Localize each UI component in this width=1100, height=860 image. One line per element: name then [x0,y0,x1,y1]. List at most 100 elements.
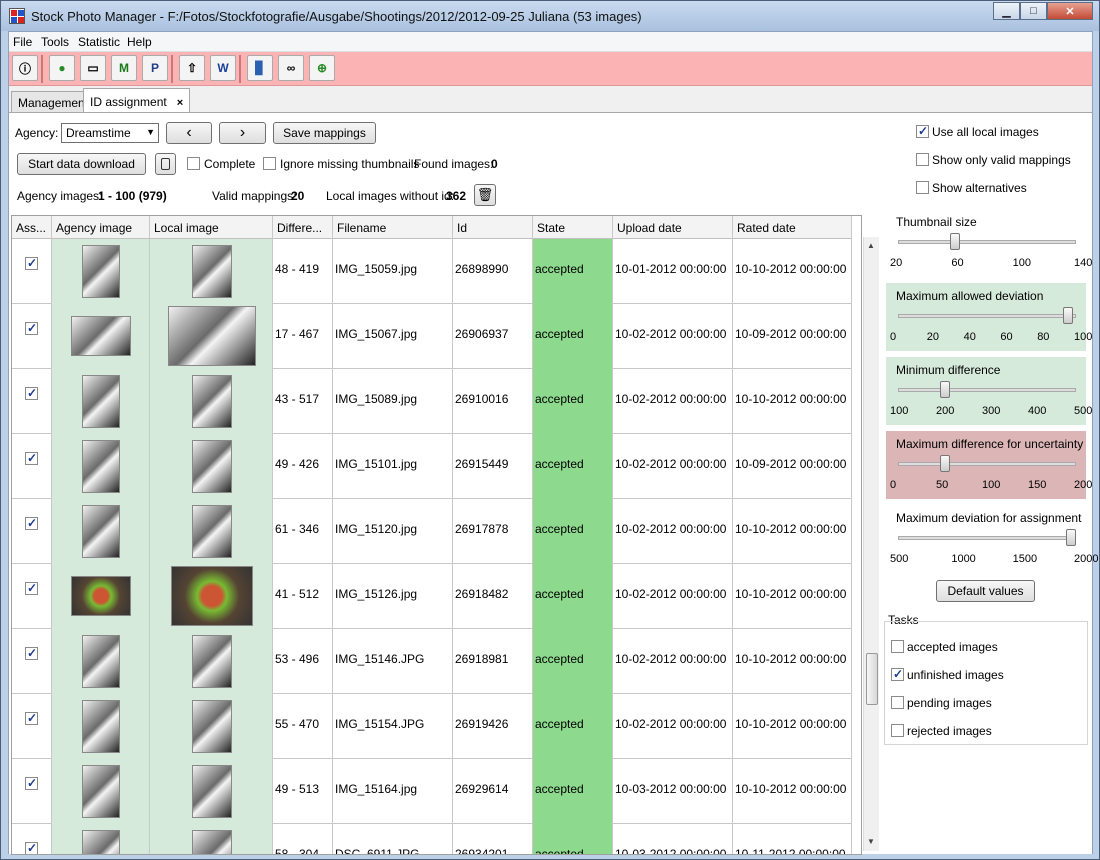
assigned-checkbox[interactable] [25,581,38,595]
delete-button[interactable]: 🗑 [474,184,496,206]
local-thumbnail[interactable] [170,566,253,626]
header-local-image[interactable]: Local image [150,216,273,239]
show-valid-checkbox[interactable] [916,153,929,166]
maximize-button[interactable]: □ [1020,2,1047,20]
complete-checkbox[interactable] [187,157,200,170]
local-thumbnail[interactable] [191,765,232,818]
agency-dropdown[interactable]: Dreamstime ▼ [61,123,159,143]
header-id[interactable]: Id [453,216,533,239]
toolbar-m-button[interactable]: M [111,55,137,81]
table-row[interactable]: 55 - 470 IMG_15154.JPG 26919426 accepted 10-… [12,694,852,759]
minimize-button[interactable]: ▁ [993,2,1020,20]
use-all-local-checkbox[interactable] [916,124,929,138]
table-row[interactable]: 17 - 467 IMG_15067.jpg 26906937 accepted 10-… [12,304,852,369]
toolbar-info-button[interactable]: ⓘ [12,55,38,81]
local-thumbnail[interactable] [191,830,232,854]
header-difference[interactable]: Differe... [273,216,333,239]
slider-track[interactable] [898,536,1076,540]
toolbar-w-button[interactable]: W [210,55,236,81]
table-row[interactable]: 58 - 304 DSC_6911.JPG 26934201 accepted 10-0… [12,824,852,854]
assigned-checkbox[interactable] [25,776,38,790]
header-rated-date[interactable]: Rated date [733,216,852,239]
scroll-down-icon[interactable]: ▼ [867,837,875,846]
save-mappings-button[interactable]: Save mappings [273,122,376,144]
agency-thumbnail[interactable] [71,316,131,356]
agency-thumbnail[interactable] [82,505,120,558]
close-button[interactable]: ✕ [1047,2,1093,20]
default-values-button[interactable]: Default values [936,580,1035,602]
header-agency-image[interactable]: Agency image [52,216,150,239]
scroll-up-icon[interactable]: ▲ [867,241,875,250]
header-filename[interactable]: Filename [333,216,453,239]
agency-thumbnail[interactable] [71,576,131,616]
tab-close-icon[interactable]: × [177,97,183,109]
menu-file[interactable]: File [13,35,32,49]
assigned-checkbox[interactable] [25,711,38,725]
table-row[interactable]: 49 - 426 IMG_15101.jpg 26915449 accepted 10-… [12,434,852,499]
agency-thumbnail[interactable] [82,700,120,753]
local-thumbnail[interactable] [191,700,232,753]
assigned-checkbox[interactable] [25,841,38,854]
previous-button[interactable]: ‹ [166,122,212,144]
header-state[interactable]: State [533,216,613,239]
scrollbar-thumb[interactable] [866,653,878,705]
menu-statistic[interactable]: Statistic [78,35,120,49]
slider-handle[interactable] [950,233,961,250]
assigned-checkbox[interactable] [25,386,38,400]
local-thumbnail[interactable] [167,306,256,366]
agency-thumbnail[interactable] [82,765,120,818]
local-thumbnail[interactable] [191,440,232,493]
header-assigned[interactable]: Ass... [12,216,52,239]
slider-track[interactable] [898,462,1076,466]
table-row[interactable]: 43 - 517 IMG_15089.jpg 26910016 accepted 10-… [12,369,852,434]
tab-id-assignment[interactable]: ID assignment × [83,88,191,113]
header-upload-date[interactable]: Upload date [613,216,733,239]
task-checkbox[interactable] [891,640,904,653]
local-thumbnail[interactable] [191,375,232,428]
slider-track[interactable] [898,314,1076,318]
slider-handle[interactable] [940,381,950,398]
menu-help[interactable]: Help [127,35,152,49]
table-row[interactable]: 41 - 512 IMG_15126.jpg 26918482 accepted 10-… [12,564,852,629]
title-bar[interactable]: Stock Photo Manager - F:/Fotos/Stockfoto… [1,1,1099,31]
task-checkbox[interactable] [891,667,904,681]
assigned-checkbox[interactable] [25,321,38,335]
assigned-checkbox[interactable] [25,516,38,530]
agency-thumbnail[interactable] [82,635,120,688]
local-thumbnail[interactable] [191,245,232,298]
table-row[interactable]: 61 - 346 IMG_15120.jpg 26917878 accepted 10-… [12,499,852,564]
local-thumbnail[interactable] [191,505,232,558]
assigned-checkbox[interactable] [25,256,38,270]
next-button[interactable]: › [219,122,266,144]
ignore-missing-checkbox[interactable] [263,157,276,170]
download-options-button[interactable] [155,153,176,175]
table-row[interactable]: 49 - 513 IMG_15164.jpg 26929614 accepted 10-… [12,759,852,824]
assigned-checkbox[interactable] [25,451,38,465]
slider-track[interactable] [898,240,1076,244]
start-data-download-button[interactable]: Start data download [17,153,146,175]
slider-handle[interactable] [1066,529,1076,546]
task-checkbox[interactable] [891,696,904,709]
toolbar-upload-button[interactable]: ⇧ [179,55,205,81]
slider-track[interactable] [898,388,1076,392]
toolbar-globe-search-button[interactable]: ⊕ [309,55,335,81]
toolbar-computer-button[interactable]: ▭ [80,55,106,81]
local-thumbnail[interactable] [191,635,232,688]
task-checkbox[interactable] [891,724,904,737]
toolbar-binoculars-button[interactable]: ∞ [278,55,304,81]
table-row[interactable]: 48 - 419 IMG_15059.jpg 26898990 accepted 10-… [12,239,852,304]
menu-tools[interactable]: Tools [41,35,69,49]
agency-thumbnail[interactable] [82,375,120,428]
assigned-checkbox[interactable] [25,646,38,660]
toolbar-globe-button[interactable]: ● [49,55,75,81]
agency-thumbnail[interactable] [82,245,120,298]
agency-thumbnail[interactable] [82,830,120,854]
slider-handle[interactable] [1062,307,1073,324]
toolbar-chart-button[interactable]: ▊ [247,55,273,81]
slider-handle[interactable] [940,455,950,472]
agency-thumbnail[interactable] [82,440,120,493]
table-vertical-scrollbar[interactable]: ▲ ▼ [863,237,879,851]
table-row[interactable]: 53 - 496 IMG_15146.JPG 26918981 accepted 10-… [12,629,852,694]
show-alternatives-checkbox[interactable] [916,181,929,194]
toolbar-p-button[interactable]: P [142,55,168,81]
